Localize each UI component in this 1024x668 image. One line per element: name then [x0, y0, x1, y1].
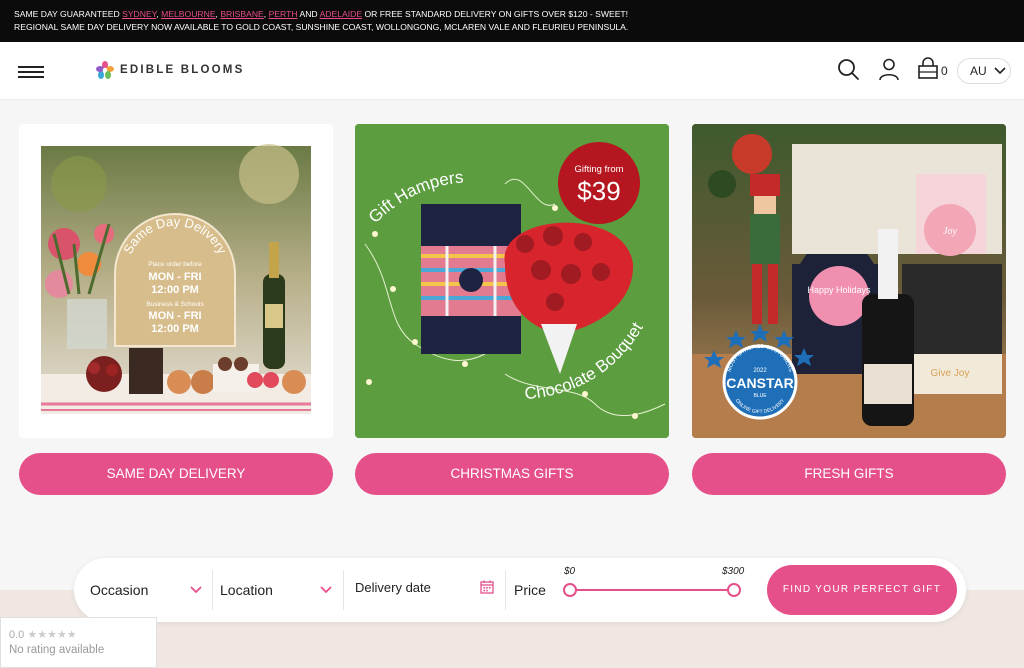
same-day-delivery-button[interactable]: SAME DAY DELIVERY: [19, 453, 333, 495]
logo-flower-icon: [96, 61, 114, 79]
fresh-gifts-card-image[interactable]: Give Joy Joy Happy Holidays MOST SATISFI…: [692, 124, 1006, 438]
joy-tag-text: Joy: [943, 226, 957, 237]
location-select[interactable]: Location: [220, 558, 338, 622]
find-gift-button[interactable]: FIND YOUR PERFECT GIFT: [767, 565, 957, 615]
delivery-date-input[interactable]: Delivery date: [355, 558, 495, 622]
city-link-brisbane[interactable]: BRISBANE: [220, 9, 263, 19]
rating-text: No rating available: [9, 644, 105, 656]
badge-line-5: MON - FRI: [148, 310, 201, 322]
region-selector[interactable]: AU: [957, 58, 1011, 84]
price-slider-track[interactable]: [570, 589, 734, 591]
same-day-delivery-card-image[interactable]: Same Day Delivery Place order before MON…: [19, 124, 333, 438]
chevron-down-icon: [190, 586, 202, 594]
site-header: EDIBLE BLOOMS 0 AU: [0, 42, 1024, 100]
price-min-label: $0: [564, 566, 576, 577]
menu-icon[interactable]: [18, 66, 44, 78]
badge-line-2: MON - FRI: [148, 271, 201, 283]
city-link-perth[interactable]: PERTH: [269, 9, 298, 19]
logo[interactable]: EDIBLE BLOOMS: [96, 61, 244, 79]
give-joy-text: Give Joy: [931, 368, 970, 379]
calendar-icon: [480, 580, 494, 594]
account-icon[interactable]: [877, 57, 901, 81]
city-link-adelaide[interactable]: ADELAIDE: [320, 9, 363, 19]
search-icon[interactable]: [836, 57, 860, 81]
christmas-gifts-card-image[interactable]: Gifting from $39 Gift Hampers Chocolate …: [355, 124, 669, 438]
city-link-sydney[interactable]: SYDNEY: [122, 9, 156, 19]
award-year: 2022: [753, 368, 767, 374]
chevron-down-icon: [994, 67, 1006, 75]
announcement-bar: SAME DAY GUARANTEED SYDNEY, MELBOURNE, B…: [0, 0, 1024, 42]
promo-price: $39: [577, 176, 620, 206]
gift-finder-bar: Occasion Location Delivery date Price $0…: [74, 558, 966, 622]
award-name: CANSTAR: [726, 375, 793, 391]
price-min-handle[interactable]: [563, 583, 577, 597]
cart-icon[interactable]: [917, 57, 939, 81]
badge-line-4: Business & Schools: [146, 301, 204, 308]
rating-score-row: 0.0 ★★★★★: [9, 628, 156, 641]
fresh-gifts-image: Give Joy Joy Happy Holidays MOST SATISFI…: [692, 124, 1006, 438]
fresh-gifts-button[interactable]: FRESH GIFTS: [692, 453, 1006, 495]
logo-text: EDIBLE BLOOMS: [120, 64, 245, 76]
location-label: Location: [220, 582, 273, 598]
same-day-delivery-image: Same Day Delivery Place order before MON…: [41, 144, 311, 414]
chevron-down-icon: [320, 586, 332, 594]
badge-line-1: Place order before: [148, 261, 202, 268]
occasion-label: Occasion: [90, 582, 149, 598]
delivery-date-label: Delivery date: [355, 579, 431, 595]
region-label: AU: [970, 64, 987, 78]
price-max-handle[interactable]: [727, 583, 741, 597]
rating-stars: ★★★★★: [27, 629, 77, 641]
badge-line-3: 12:00 PM: [151, 284, 199, 296]
christmas-gifts-image: Gifting from $39 Gift Hampers Chocolate …: [355, 124, 669, 438]
happy-holidays-text: Happy Holidays: [807, 285, 871, 295]
price-max-label: $300: [722, 566, 745, 577]
city-link-melbourne[interactable]: MELBOURNE: [161, 9, 215, 19]
announcement-line-2: REGIONAL SAME DAY DELIVERY NOW AVAILABLE…: [14, 22, 629, 32]
promo-from-text: Gifting from: [574, 164, 623, 175]
price-label: Price: [514, 582, 546, 598]
rating-score: 0.0: [9, 629, 25, 641]
badge-line-6: 12:00 PM: [151, 323, 199, 335]
rating-widget[interactable]: 0.0 ★★★★★ No rating available: [0, 617, 157, 668]
cart-count: 0: [941, 64, 948, 78]
award-sub: BLUE: [753, 393, 767, 399]
announcement-line-1: SAME DAY GUARANTEED SYDNEY, MELBOURNE, B…: [14, 9, 629, 19]
christmas-gifts-button[interactable]: CHRISTMAS GIFTS: [355, 453, 669, 495]
occasion-select[interactable]: Occasion: [90, 558, 210, 622]
